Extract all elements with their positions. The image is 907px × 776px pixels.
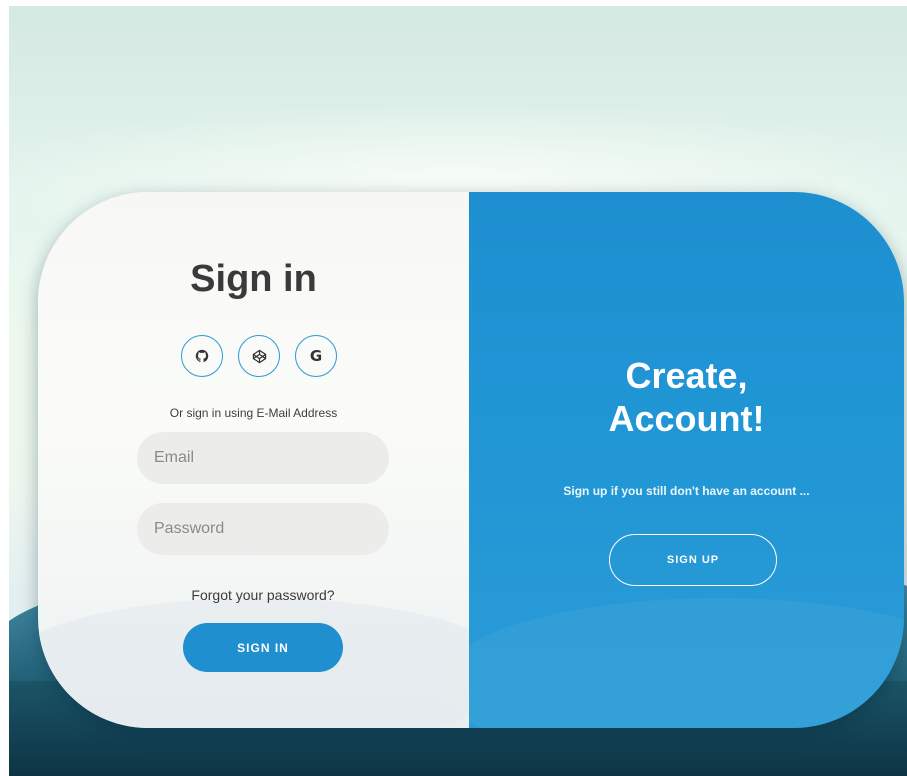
password-input[interactable] bbox=[137, 503, 389, 555]
background-scene: Sign in G Or sign in using E-Mail Addres… bbox=[9, 6, 907, 776]
create-account-title-line2: Account! bbox=[608, 398, 765, 439]
signin-title: Sign in bbox=[190, 258, 317, 300]
google-icon: G bbox=[309, 347, 323, 365]
sign-up-button[interactable]: SIGN UP bbox=[609, 534, 777, 586]
sign-in-button[interactable]: SIGN IN bbox=[183, 623, 343, 672]
signup-panel-wave bbox=[439, 598, 904, 728]
signup-panel bbox=[439, 192, 904, 728]
google-login-button[interactable]: G bbox=[295, 335, 337, 377]
github-login-button[interactable] bbox=[181, 335, 223, 377]
email-input[interactable] bbox=[137, 432, 389, 484]
github-icon bbox=[195, 349, 209, 363]
create-account-title-line1: Create, bbox=[625, 355, 748, 396]
signup-subtitle: Sign up if you still don't have an accou… bbox=[563, 484, 810, 498]
create-account-title: Create, Account! bbox=[469, 354, 904, 440]
auth-card: Sign in G Or sign in using E-Mail Addres… bbox=[38, 192, 904, 728]
codepen-login-button[interactable] bbox=[238, 335, 280, 377]
forgot-password-link[interactable]: Forgot your password? bbox=[38, 587, 488, 603]
codepen-icon bbox=[252, 349, 267, 364]
email-signin-hint: Or sign in using E-Mail Address bbox=[169, 406, 338, 420]
social-login-group: G bbox=[181, 335, 337, 377]
